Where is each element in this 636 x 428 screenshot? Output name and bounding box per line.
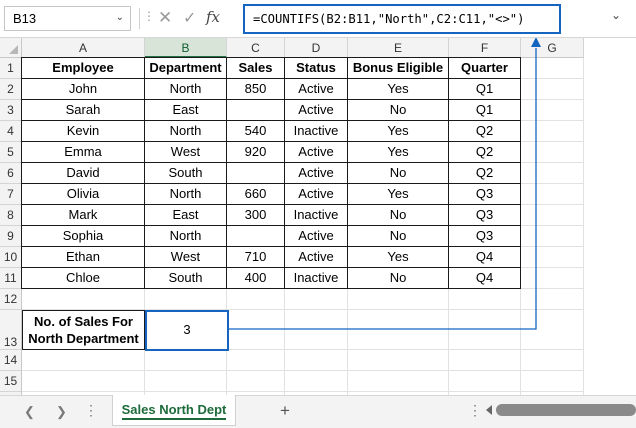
sheet-tab-underline <box>122 418 226 420</box>
formula-input[interactable]: =COUNTIFS(B2:B11,"North",C2:C11,"<>") <box>243 4 561 34</box>
formula-text: =COUNTIFS(B2:B11,"North",C2:C11,"<>") <box>253 12 525 26</box>
grip-dots-icon: ⋮ <box>143 9 155 23</box>
more-sheets-icon[interactable]: ⋮ <box>84 402 99 419</box>
annotation-arrow <box>228 38 541 330</box>
scroll-split-icon[interactable]: ⋮ <box>468 402 482 419</box>
scroll-left-icon[interactable] <box>486 405 492 415</box>
sheet-tab-active[interactable]: Sales North Dept <box>112 395 236 426</box>
worksheet-grid[interactable]: ABCDEFG 12345678910111213141516 Employee… <box>0 38 636 395</box>
name-box[interactable]: B13 ⌄ <box>4 6 131 31</box>
confirm-check-icon[interactable]: ✓ <box>183 8 196 28</box>
name-box-value: B13 <box>13 11 37 26</box>
arrow-head <box>531 38 541 47</box>
horizontal-scrollbar[interactable] <box>496 404 636 416</box>
expand-chevron-icon[interactable]: ⌄ <box>611 8 621 22</box>
sheet-tab-bar: ❮ ❯ ⋮ Sales North Dept + ⋮ <box>0 395 636 428</box>
chevron-down-icon[interactable]: ⌄ <box>116 12 124 23</box>
arrow-line <box>228 48 537 330</box>
sheet-next-icon[interactable]: ❯ <box>56 404 67 420</box>
sheet-tab-label: Sales North Dept <box>121 402 227 417</box>
function-fx-icon[interactable]: fx <box>206 8 220 26</box>
add-sheet-icon[interactable]: + <box>280 401 290 421</box>
formula-bar-divider <box>139 8 140 29</box>
sheet-prev-icon[interactable]: ❮ <box>24 404 35 420</box>
cancel-x-icon[interactable]: ✕ <box>158 8 172 28</box>
